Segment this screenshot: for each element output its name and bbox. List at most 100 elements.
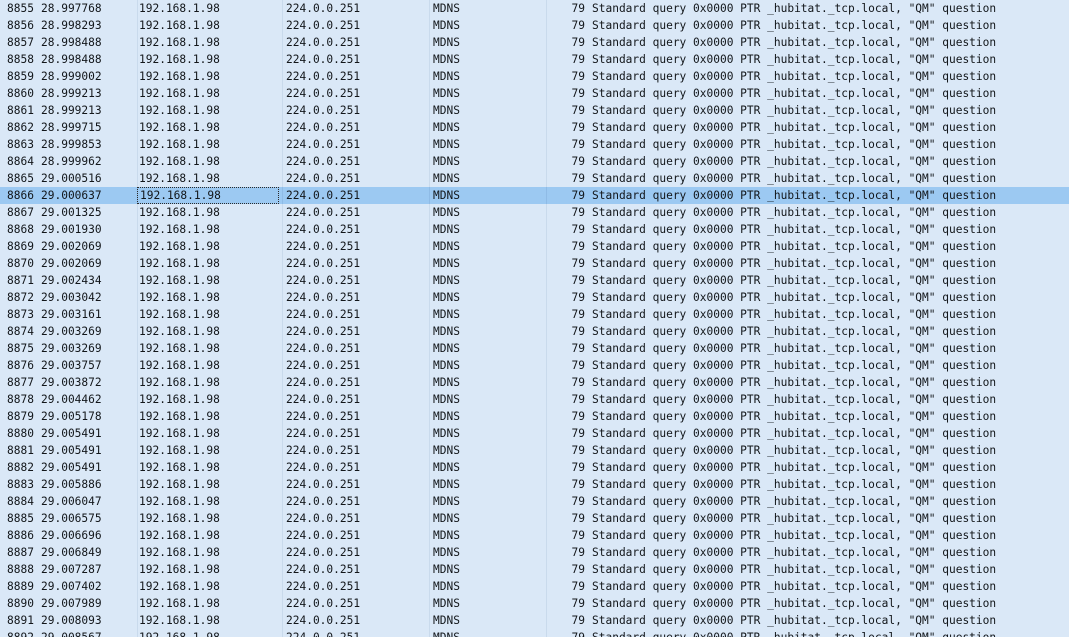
table-row[interactable]: 8878 29.004462 192.168.1.98 224.0.0.251 MDNS… — [0, 391, 1069, 408]
column-separator — [282, 408, 283, 425]
packet-time: 28.998488 — [41, 36, 102, 49]
packet-destination: 224.0.0.251 — [286, 629, 426, 637]
packet-source: 192.168.1.98 — [139, 597, 220, 610]
table-row[interactable]: 8862 28.999715 192.168.1.98 224.0.0.251 MDNS… — [0, 119, 1069, 136]
table-row[interactable]: 8880 29.005491 192.168.1.98 224.0.0.251 MDNS… — [0, 425, 1069, 442]
packet-list[interactable]: 8855 28.997768 192.168.1.98 224.0.0.251 MDNS… — [0, 0, 1069, 637]
table-row[interactable]: 8856 28.998293 192.168.1.98 224.0.0.251 MDNS… — [0, 17, 1069, 34]
packet-protocol: MDNS — [433, 325, 460, 338]
table-row[interactable]: 8891 29.008093 192.168.1.98 224.0.0.251 MDNS… — [0, 612, 1069, 629]
column-separator — [282, 255, 283, 272]
column-separator — [282, 493, 283, 510]
column-separator — [546, 187, 547, 204]
table-row[interactable]: 8861 28.999213 192.168.1.98 224.0.0.251 MDNS… — [0, 102, 1069, 119]
table-row[interactable]: 8877 29.003872 192.168.1.98 224.0.0.251 MDNS… — [0, 374, 1069, 391]
table-row[interactable]: 8873 29.003161 192.168.1.98 224.0.0.251 MDNS… — [0, 306, 1069, 323]
table-row[interactable]: 8869 29.002069 192.168.1.98 224.0.0.251 MDNS… — [0, 238, 1069, 255]
packet-time: 29.008567 — [41, 629, 133, 637]
packet-length: 79 — [571, 393, 585, 406]
packet-source: 192.168.1.98 — [139, 87, 220, 100]
column-separator — [546, 85, 547, 102]
packet-time: 29.008093 — [41, 614, 102, 627]
column-separator — [546, 238, 547, 255]
packet-protocol: MDNS — [433, 308, 460, 321]
column-separator — [546, 153, 547, 170]
column-separator — [429, 629, 430, 637]
table-row[interactable]: 8870 29.002069 192.168.1.98 224.0.0.251 MDNS… — [0, 255, 1069, 272]
table-row[interactable]: 8858 28.998488 192.168.1.98 224.0.0.251 MDNS… — [0, 51, 1069, 68]
column-separator — [137, 0, 138, 17]
packet-time: 28.999962 — [41, 155, 102, 168]
table-row[interactable]: 8857 28.998488 192.168.1.98 224.0.0.251 MDNS… — [0, 34, 1069, 51]
packet-destination: 224.0.0.251 — [286, 529, 361, 542]
table-row[interactable]: 8881 29.005491 192.168.1.98 224.0.0.251 MDNS… — [0, 442, 1069, 459]
table-row[interactable]: 8864 28.999962 192.168.1.98 224.0.0.251 MDNS… — [0, 153, 1069, 170]
column-separator — [137, 578, 138, 595]
table-row[interactable]: 8863 28.999853 192.168.1.98 224.0.0.251 MDNS… — [0, 136, 1069, 153]
column-separator — [429, 357, 430, 374]
packet-destination: 224.0.0.251 — [286, 70, 361, 83]
table-row-selected[interactable]: 8866 29.000637 192.168.1.98 224.0.0.251 MDNS… — [0, 187, 1069, 204]
packet-length: 79 — [571, 614, 585, 627]
packet-time: 29.002434 — [41, 274, 102, 287]
packet-source: 192.168.1.98 — [139, 53, 220, 66]
table-row[interactable]: 8887 29.006849 192.168.1.98 224.0.0.251 MDNS… — [0, 544, 1069, 561]
packet-destination: 224.0.0.251 — [286, 495, 361, 508]
packet-protocol: MDNS — [433, 104, 460, 117]
packet-protocol: MDNS — [433, 427, 460, 440]
table-row[interactable]: 8889 29.007402 192.168.1.98 224.0.0.251 MDNS… — [0, 578, 1069, 595]
packet-destination: 224.0.0.251 — [286, 240, 361, 253]
table-row[interactable]: 8874 29.003269 192.168.1.98 224.0.0.251 MDNS… — [0, 323, 1069, 340]
column-separator — [546, 51, 547, 68]
packet-time: 29.004462 — [41, 393, 102, 406]
column-separator — [546, 221, 547, 238]
packet-protocol: MDNS — [433, 87, 460, 100]
table-row[interactable]: 8859 28.999002 192.168.1.98 224.0.0.251 MDNS… — [0, 68, 1069, 85]
column-separator — [137, 425, 138, 442]
column-separator — [546, 102, 547, 119]
table-row[interactable]: 8886 29.006696 192.168.1.98 224.0.0.251 MDNS… — [0, 527, 1069, 544]
table-row[interactable]: 8890 29.007989 192.168.1.98 224.0.0.251 MDNS… — [0, 595, 1069, 612]
packet-time: 28.999715 — [41, 121, 102, 134]
column-separator — [546, 68, 547, 85]
packet-length: 79 — [571, 104, 585, 117]
table-row[interactable]: 8876 29.003757 192.168.1.98 224.0.0.251 MDNS… — [0, 357, 1069, 374]
table-row[interactable]: 8860 28.999213 192.168.1.98 224.0.0.251 MDNS… — [0, 85, 1069, 102]
table-row[interactable]: 8875 29.003269 192.168.1.98 224.0.0.251 MDNS… — [0, 340, 1069, 357]
packet-source: 192.168.1.98 — [139, 563, 220, 576]
table-row[interactable]: 8888 29.007287 192.168.1.98 224.0.0.251 MDNS… — [0, 561, 1069, 578]
table-row[interactable]: 8865 29.000516 192.168.1.98 224.0.0.251 MDNS… — [0, 170, 1069, 187]
column-separator — [429, 544, 430, 561]
table-row[interactable]: 8884 29.006047 192.168.1.98 224.0.0.251 MDNS… — [0, 493, 1069, 510]
column-separator — [546, 170, 547, 187]
table-row[interactable]: 8855 28.997768 192.168.1.98 224.0.0.251 MDNS… — [0, 0, 1069, 17]
table-row[interactable]: 8885 29.006575 192.168.1.98 224.0.0.251 MDNS… — [0, 510, 1069, 527]
column-separator — [282, 476, 283, 493]
packet-number: 8858 — [7, 53, 34, 66]
table-row[interactable]: 8867 29.001325 192.168.1.98 224.0.0.251 MDNS… — [0, 204, 1069, 221]
packet-destination: 224.0.0.251 — [286, 223, 361, 236]
packet-time: 29.006849 — [41, 546, 102, 559]
packet-destination: 224.0.0.251 — [286, 87, 361, 100]
column-separator — [137, 476, 138, 493]
packet-number: 8867 — [7, 206, 34, 219]
packet-info: Standard query 0x0000 PTR _hubitat._tcp.… — [592, 597, 997, 610]
packet-source: 192.168.1.98 — [139, 274, 220, 287]
packet-destination: 224.0.0.251 — [286, 410, 361, 423]
packet-time: 28.999853 — [41, 138, 102, 151]
table-row[interactable]: 8868 29.001930 192.168.1.98 224.0.0.251 MDNS… — [0, 221, 1069, 238]
column-separator — [137, 272, 138, 289]
packet-number: 8886 — [7, 529, 34, 542]
table-row[interactable]: 8883 29.005886 192.168.1.98 224.0.0.251 MDNS… — [0, 476, 1069, 493]
packet-length: 79 — [571, 512, 585, 525]
column-separator — [282, 527, 283, 544]
table-row[interactable]: 8879 29.005178 192.168.1.98 224.0.0.251 MDNS… — [0, 408, 1069, 425]
table-row[interactable]: 8872 29.003042 192.168.1.98 224.0.0.251 MDNS… — [0, 289, 1069, 306]
table-row[interactable]: 8892 29.008567 192.168.1.98 224.0.0.251 MDNS… — [0, 629, 1069, 637]
column-separator — [429, 238, 430, 255]
packet-destination: 224.0.0.251 — [286, 342, 361, 355]
packet-length: 79 — [571, 427, 585, 440]
packet-info: Standard query 0x0000 PTR _hubitat._tcp.… — [592, 325, 997, 338]
table-row[interactable]: 8882 29.005491 192.168.1.98 224.0.0.251 MDNS… — [0, 459, 1069, 476]
table-row[interactable]: 8871 29.002434 192.168.1.98 224.0.0.251 MDNS… — [0, 272, 1069, 289]
